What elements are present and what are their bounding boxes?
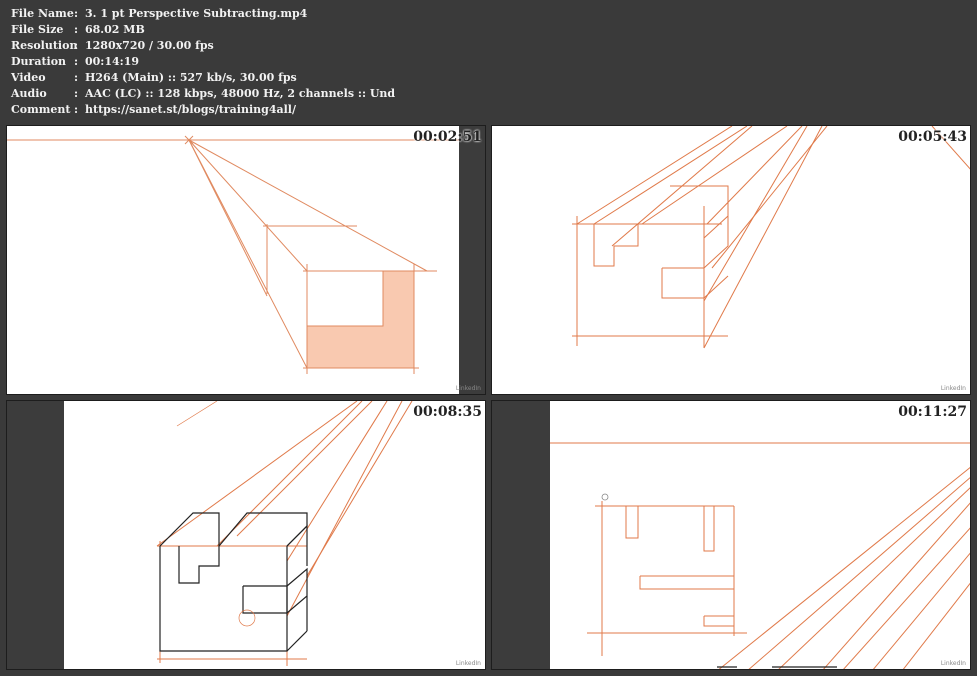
drawing-frame-4 <box>492 401 970 669</box>
info-row-file-name: File Name:3. 1 pt Perspective Subtractin… <box>11 6 395 22</box>
info-separator: : <box>74 103 79 116</box>
watermark: LinkedIn <box>455 385 481 392</box>
info-value: https://sanet.st/blogs/training4all/ <box>85 103 296 116</box>
info-value: 3. 1 pt Perspective Subtracting.mp4 <box>85 7 308 20</box>
info-value: H264 (Main) :: 527 kb/s, 30.00 fps <box>85 71 297 84</box>
timestamp: 00:08:35 <box>413 404 482 420</box>
info-row-file-size: File Size:68.02 MB <box>11 22 395 38</box>
info-value: 1280x720 / 30.00 fps <box>85 39 214 52</box>
thumbnail-1: 00:02:51 LinkedIn <box>6 125 486 395</box>
info-key: File Size <box>11 23 64 36</box>
thumbnail-4: 00:11:27 LinkedIn <box>491 400 971 670</box>
file-info-panel: File Name:3. 1 pt Perspective Subtractin… <box>11 6 395 118</box>
info-key: Audio <box>11 87 47 100</box>
drawing-frame-3 <box>7 401 413 669</box>
info-separator: : <box>74 71 79 84</box>
info-value: AAC (LC) :: 128 kbps, 48000 Hz, 2 channe… <box>85 87 396 100</box>
watermark: LinkedIn <box>940 660 966 667</box>
info-separator: : <box>74 55 79 68</box>
watermark: LinkedIn <box>455 660 481 667</box>
info-separator: : <box>74 23 79 36</box>
thumbnail-2: 00:05:43 LinkedIn <box>491 125 971 395</box>
drawing-frame-2 <box>572 126 970 349</box>
timestamp: 00:05:43 <box>898 129 967 145</box>
info-row-audio: Audio: AAC (LC) :: 128 kbps, 48000 Hz, 2 … <box>11 86 395 102</box>
info-separator: : <box>74 39 79 52</box>
info-key: Resolution <box>11 39 78 52</box>
info-key: Comment <box>11 103 71 116</box>
info-row-comment: Comment: https://sanet.st/blogs/training4… <box>11 102 395 118</box>
timestamp: 00:02:51 <box>413 129 482 145</box>
thumbnail-3: 00:08:35 LinkedIn <box>6 400 486 670</box>
watermark: LinkedIn <box>940 385 966 392</box>
timestamp: 00:11:27 <box>898 404 967 420</box>
info-separator: : <box>74 7 79 20</box>
info-key: Video <box>11 71 46 84</box>
info-separator: : <box>74 87 79 100</box>
info-row-video: Video: H264 (Main) :: 527 kb/s, 30.00 fps <box>11 70 395 86</box>
info-value: 00:14:19 <box>85 55 140 68</box>
drawing-frame-1 <box>7 126 485 394</box>
info-key: File Name <box>11 7 74 20</box>
info-value: 68.02 MB <box>85 23 145 36</box>
info-row-resolution: Resolution:1280x720 / 30.00 fps <box>11 38 395 54</box>
info-key: Duration <box>11 55 67 68</box>
info-row-duration: Duration:00:14:19 <box>11 54 395 70</box>
